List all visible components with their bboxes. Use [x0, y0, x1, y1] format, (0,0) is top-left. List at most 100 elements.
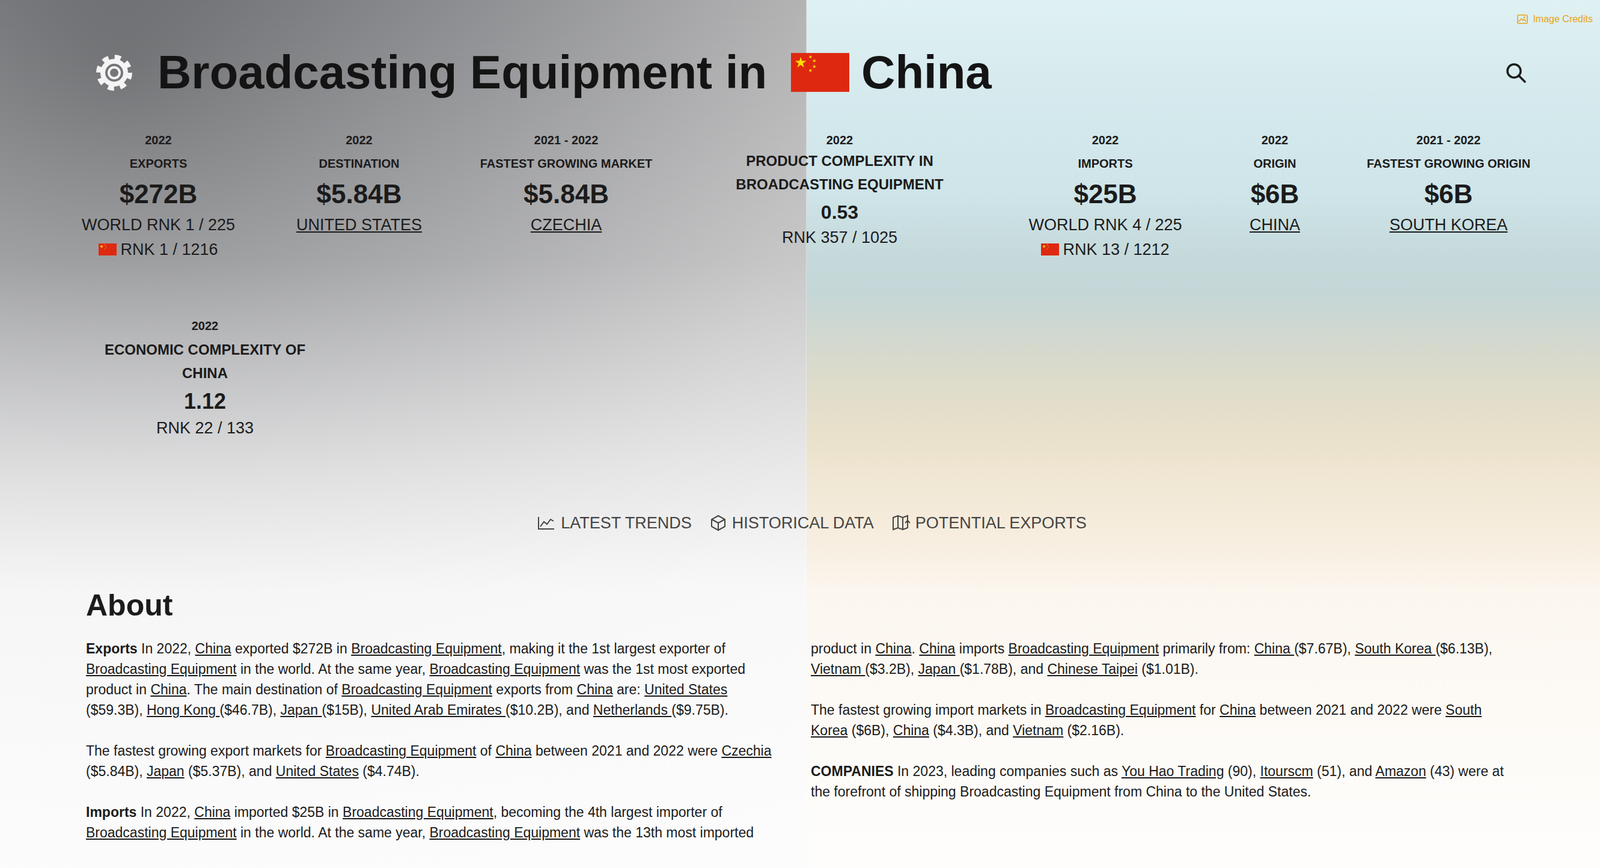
stats-row: 2022EXPORTS$272BWORLD RNK 1 / 225RNK 1 /… [60, 132, 1600, 260]
text-run: ($6B), [847, 722, 893, 739]
text-link[interactable]: China [195, 640, 232, 657]
text-run: . The main destination of [186, 681, 342, 698]
text-run: in the world. At the same year, [236, 661, 430, 677]
text-run: primarily from: [1158, 640, 1254, 657]
gear-icon [94, 53, 134, 92]
about-paragraph: The fastest growing export markets for B… [85, 740, 786, 782]
stat-block: 2022DESTINATION$5.84BUNITED STATES [256, 132, 462, 260]
text-run: ($15B), [322, 702, 372, 718]
section-tab[interactable]: HISTORICAL DATA [709, 512, 874, 534]
text-link[interactable]: China [495, 742, 532, 759]
section-tab[interactable]: POTENTIAL EXPORTS [891, 512, 1087, 534]
text-link[interactable]: China [194, 804, 231, 820]
search-icon [1503, 60, 1528, 85]
text-link[interactable]: Broadcasting Equipment [1045, 702, 1197, 718]
search-button[interactable] [1503, 60, 1528, 85]
stat-label: FASTEST GROWING MARKET [461, 156, 671, 171]
econ-rank: RNK 22 / 133 [156, 417, 254, 439]
stat-block: 2021 - 2022FASTEST GROWING MARKET$5.84BC… [461, 132, 671, 260]
text-link[interactable]: Hong Kong [146, 702, 220, 718]
text-run: imported $25B in [230, 804, 343, 820]
text-run: between 2021 and 2022 were [531, 742, 722, 759]
china-flag-icon [790, 52, 850, 92]
econ-rank-row: RNK 22 / 133 [87, 414, 323, 439]
stat-label: DESTINATION [256, 156, 462, 171]
china-flag-icon [1041, 243, 1060, 256]
tab-label: POTENTIAL EXPORTS [915, 512, 1087, 534]
section-tab[interactable]: LATEST TRENDS [537, 512, 692, 534]
stat-block: 2022IMPORTS$25BWORLD RNK 4 / 225RNK 13 /… [1008, 132, 1203, 260]
text-run: in the world. At the same year, [236, 824, 430, 841]
tab-label: LATEST TRENDS [560, 512, 692, 534]
text-link[interactable]: Broadcasting Equipment [429, 824, 581, 841]
text-link[interactable]: Netherlands [593, 702, 672, 718]
text-run: ($6.13B), [1435, 640, 1493, 657]
stat-link-row: CZECHIA [461, 209, 671, 236]
stat-link[interactable]: CHINA [1249, 214, 1301, 236]
text-link[interactable]: Czechia [721, 742, 772, 759]
text-link[interactable]: Vietnam [1012, 722, 1064, 739]
stat-year: 2022 [1202, 132, 1348, 148]
text-link[interactable]: China [1219, 702, 1256, 718]
stat-label: ORIGIN [1202, 156, 1348, 171]
stat-link[interactable]: CZECHIA [530, 214, 603, 236]
text-link[interactable]: Broadcasting Equipment [342, 804, 494, 820]
text-link[interactable]: Chinese Taipei [1047, 661, 1138, 677]
text-link[interactable]: Broadcasting Equipment [325, 742, 477, 759]
page-title: Broadcasting Equipment in [157, 46, 767, 99]
stat-link[interactable]: UNITED STATES [296, 214, 422, 236]
text-link[interactable]: Itourscm [1260, 763, 1314, 779]
stat-link-row: CHINA [1202, 209, 1348, 236]
text-link[interactable]: Broadcasting Equipment [85, 824, 237, 841]
stat-year: 2022 [1008, 132, 1203, 148]
text-run: exports from [492, 681, 578, 698]
text-link[interactable]: Broadcasting Equipment [1008, 640, 1160, 657]
stat-value: $6B [1347, 178, 1550, 210]
stat-country-rank: RNK 13 / 1212 [1008, 239, 1203, 260]
stat-link[interactable]: SOUTH KOREA [1389, 214, 1509, 236]
text-run: between 2021 and 2022 were [1255, 702, 1446, 718]
stat-rank: RNK 357 / 1025 [781, 227, 898, 248]
text-run: ($5.84B), [85, 763, 147, 779]
text-link[interactable]: China [893, 722, 930, 739]
text-link[interactable]: China [150, 681, 187, 698]
text-link[interactable]: China [577, 681, 614, 698]
text-link[interactable]: United States [275, 763, 359, 779]
text-run: for [1195, 702, 1220, 718]
text-link[interactable]: Japan [146, 763, 185, 779]
stat-value: $5.84B [256, 178, 462, 210]
text-link[interactable]: South Korea [1354, 640, 1436, 657]
text-run: ($10.2B), and [505, 702, 594, 718]
stat-rank-row: WORLD RNK 4 / 225 [1008, 209, 1203, 236]
stat-rank-row: WORLD RNK 1 / 225 [60, 209, 257, 236]
text-link[interactable]: China [919, 640, 956, 657]
text-link[interactable]: Amazon [1375, 763, 1426, 779]
text-run: . [911, 640, 920, 657]
paragraph-lead: Exports [85, 640, 138, 657]
text-link[interactable]: China [875, 640, 912, 657]
text-link[interactable]: Broadcasting Equipment [341, 681, 493, 698]
trend-icon [537, 515, 556, 531]
text-run: ($3.2B), [864, 661, 918, 677]
image-credits-link[interactable]: Image Credits [1532, 12, 1593, 27]
stat-country-rank: RNK 1 / 1216 [60, 239, 257, 260]
text-link[interactable]: United Arab Emirates [370, 702, 506, 718]
stat-label: PRODUCT COMPLEXITY IN BROADCASTING EQUIP… [719, 149, 960, 196]
text-link[interactable]: You Hao Trading [1121, 763, 1225, 779]
text-run: of [476, 742, 496, 759]
text-link[interactable]: Vietnam [810, 661, 865, 677]
stat-country-rank-text: RNK 1 / 1216 [120, 239, 218, 260]
text-link[interactable]: Broadcasting Equipment [429, 661, 581, 677]
text-link[interactable]: Japan [918, 661, 960, 677]
section-tabs: LATEST TRENDS HISTORICAL DATA POTENTIAL EX… [0, 512, 1600, 534]
text-link[interactable]: China [1254, 640, 1295, 657]
stat-value: $25B [1008, 178, 1203, 210]
text-link[interactable]: United States [644, 681, 728, 698]
econ-year: 2022 [87, 318, 323, 333]
about-paragraph: Exports In 2022, China exported $272B in… [85, 638, 786, 721]
about-section: AboutExports In 2022, China exported $27… [0, 587, 1511, 843]
text-link[interactable]: Broadcasting Equipment [351, 640, 502, 657]
text-link[interactable]: Broadcasting Equipment [85, 661, 237, 677]
country-name[interactable]: China [861, 46, 992, 99]
text-link[interactable]: Japan [280, 702, 322, 718]
